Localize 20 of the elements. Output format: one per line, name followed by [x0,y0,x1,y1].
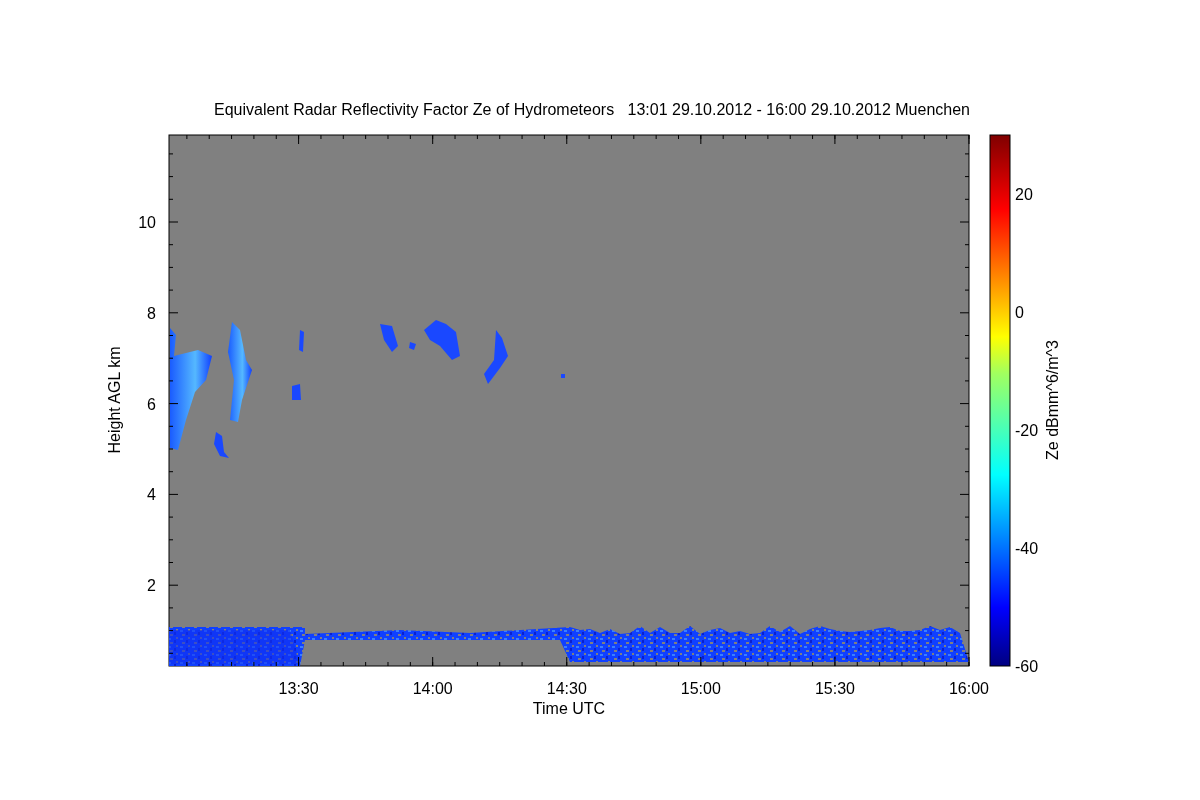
x-axis-label: Time UTC [532,700,606,717]
y-tick-label: 4 [147,486,156,504]
colorbar-tick-label: -20 [1015,422,1039,439]
y-axis-label: Height AGL km [106,346,123,454]
colorbar-tick-label: 20 [1015,186,1033,203]
colorbar-tick-label: 0 [1015,304,1024,321]
x-tick-label: 14:00 [412,680,453,697]
y-tick-label: 2 [147,577,156,595]
x-tick-label: 15:30 [814,680,855,697]
x-tick-label: 13:30 [278,680,319,697]
y-tick-label: 8 [147,304,156,322]
x-tick-label: 14:30 [546,680,587,697]
colorbar-tick-label: -40 [1015,540,1039,557]
colorbar-label: Ze dBmm^6/m^3 [1044,340,1061,460]
y-tick-label: 10 [138,214,156,231]
x-tick-label: 16:00 [949,680,989,697]
x-tick-label: 15:00 [680,680,721,697]
chart-title: Equivalent Radar Reflectivity Factor Ze of Hydrometeors 13:01 29.10.2012 - 16:00 29.10.2012 Muenchen [214,101,970,118]
y-tick-label: 6 [147,395,156,413]
colorbar-tick-label: -60 [1015,658,1039,675]
